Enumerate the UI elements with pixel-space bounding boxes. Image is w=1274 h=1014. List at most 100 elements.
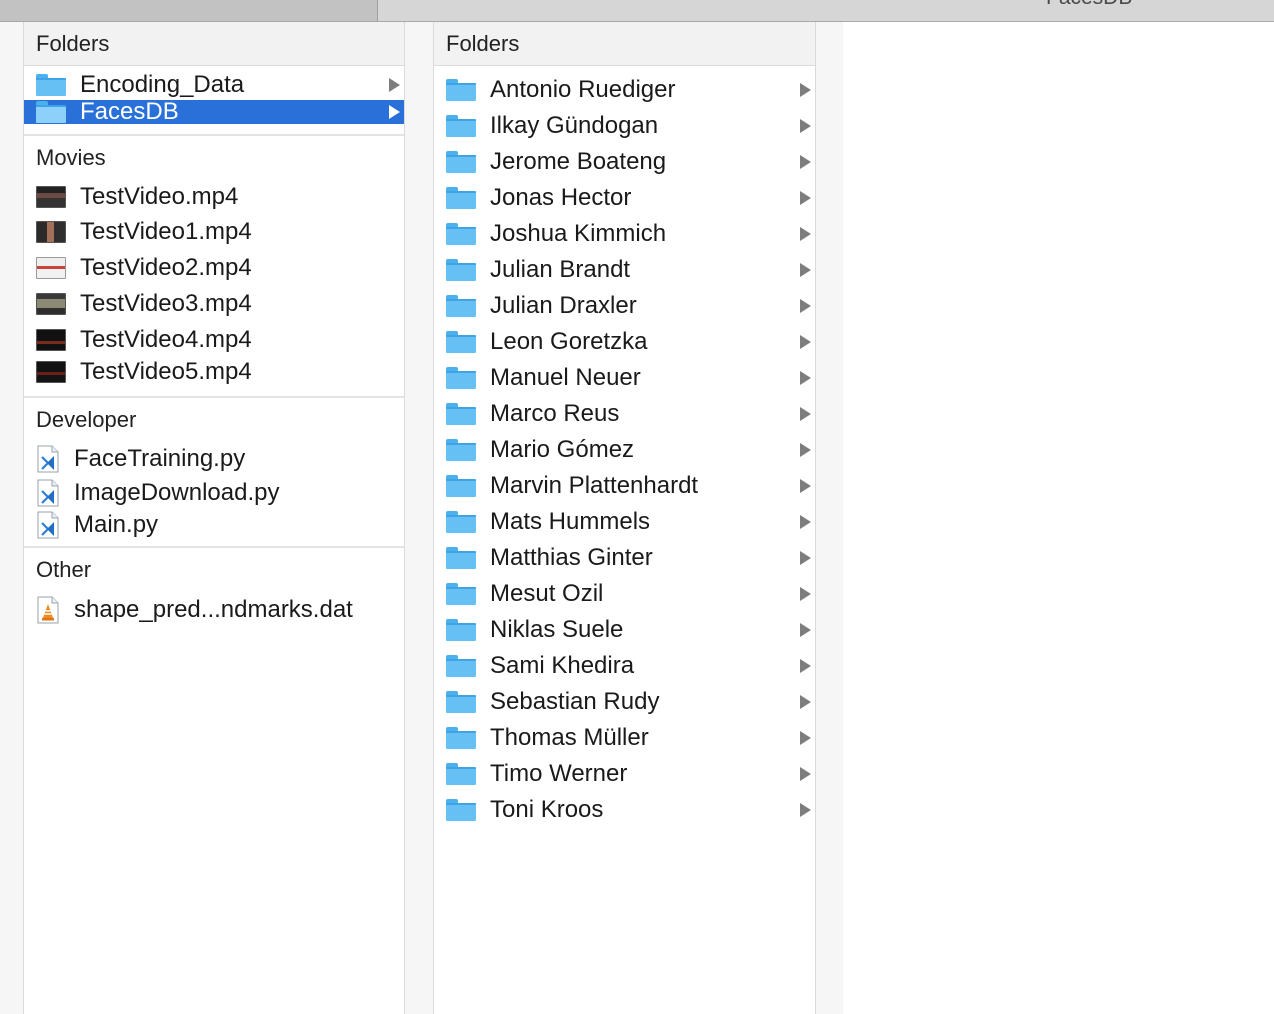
folder-row[interactable]: Manuel Neuer [434, 360, 815, 396]
folder-label: Joshua Kimmich [490, 220, 667, 247]
folder-label: Marvin Plattenhardt [490, 472, 699, 499]
disclosure-arrow-icon [800, 299, 811, 313]
python-file-icon [37, 511, 59, 539]
folder-row[interactable]: Antonio Ruediger [434, 72, 815, 108]
folder-label: Matthias Ginter [490, 544, 653, 571]
folder-row[interactable]: Sami Khedira [434, 648, 815, 684]
file-label: TestVideo.mp4 [80, 183, 239, 210]
folder-label: Sebastian Rudy [490, 688, 660, 715]
folder-icon [446, 619, 476, 641]
folder-row[interactable]: Mats Hummels [434, 504, 815, 540]
section-header-movies: Movies [36, 145, 106, 170]
folder-row[interactable]: Jerome Boateng [434, 144, 815, 180]
video-thumbnail-icon [36, 293, 66, 315]
folder-row[interactable]: Julian Draxler [434, 288, 815, 324]
file-label: shape_pred...ndmarks.dat [74, 596, 353, 623]
disclosure-arrow-icon [800, 479, 811, 493]
folder-row[interactable]: Ilkay Gündogan [434, 108, 815, 144]
file-row-movie[interactable]: TestVideo2.mp4 [24, 250, 404, 286]
folder-icon [446, 547, 476, 569]
video-thumbnail-icon [36, 257, 66, 279]
folder-icon [446, 655, 476, 677]
disclosure-arrow-icon [800, 407, 811, 421]
folder-row-encoding-data[interactable]: Encoding_Data [24, 70, 404, 100]
folder-icon [446, 511, 476, 533]
folder-label: Toni Kroos [490, 796, 604, 823]
video-thumbnail-icon [36, 186, 66, 208]
disclosure-arrow-icon [800, 155, 811, 169]
file-label: TestVideo2.mp4 [80, 254, 252, 281]
folder-icon [446, 691, 476, 713]
disclosure-arrow-icon [800, 119, 811, 133]
folder-icon [446, 439, 476, 461]
section-header-other: Other [36, 557, 92, 582]
folder-label: Ilkay Gündogan [490, 112, 659, 139]
folder-label: Encoding_Data [80, 71, 245, 98]
folder-row[interactable]: Jonas Hector [434, 180, 815, 216]
folder-row[interactable]: Marco Reus [434, 396, 815, 432]
folder-row[interactable]: Toni Kroos [434, 792, 815, 828]
folder-label: Niklas Suele [490, 616, 624, 643]
file-label: TestVideo3.mp4 [80, 290, 252, 317]
folder-icon [446, 331, 476, 353]
disclosure-arrow-icon [800, 191, 811, 205]
file-row-movie[interactable]: TestVideo4.mp4 [24, 322, 404, 358]
browser-column-2[interactable]: Folders Antonio Ruediger Ilkay Gündogan Je… [433, 22, 816, 1014]
disclosure-arrow-icon [800, 587, 811, 601]
folder-icon [446, 223, 476, 245]
file-row-movie[interactable]: TestVideo5.mp4 [24, 358, 404, 386]
folder-label: Timo Werner [490, 760, 628, 787]
browser-column-1[interactable]: Folders Encoding_Data FacesDB Movies Tes… [23, 22, 405, 1014]
folder-row-facesdb[interactable]: FacesDB [24, 98, 404, 125]
disclosure-arrow-icon [389, 105, 400, 119]
disclosure-arrow-icon [389, 78, 400, 92]
video-thumbnail-icon [36, 329, 66, 351]
folder-icon [446, 799, 476, 821]
disclosure-arrow-icon [800, 443, 811, 457]
folder-row[interactable]: Mesut Ozil [434, 576, 815, 612]
folder-icon [446, 763, 476, 785]
tab-left[interactable] [0, 0, 378, 21]
column-gutter[interactable] [815, 22, 843, 1014]
file-label: TestVideo5.mp4 [80, 358, 252, 385]
file-row-python[interactable]: ImageDownload.py [24, 476, 404, 510]
folder-icon [446, 79, 476, 101]
disclosure-arrow-icon [800, 731, 811, 745]
file-label: TestVideo4.mp4 [80, 326, 252, 353]
video-thumbnail-icon [36, 221, 66, 243]
file-row-movie[interactable]: TestVideo.mp4 [24, 180, 404, 214]
folder-label: Julian Draxler [490, 292, 637, 319]
folder-icon [446, 151, 476, 173]
file-label: TestVideo1.mp4 [80, 218, 252, 245]
folder-row[interactable]: Joshua Kimmich [434, 216, 815, 252]
folder-icon [36, 74, 66, 96]
file-row-python[interactable]: FaceTraining.py [24, 442, 404, 476]
disclosure-arrow-icon [800, 371, 811, 385]
folder-label: Antonio Ruediger [490, 76, 676, 103]
column-gutter [0, 22, 23, 1014]
folder-label: Julian Brandt [490, 256, 631, 283]
folder-label: Leon Goretzka [490, 328, 648, 355]
python-file-icon [37, 445, 59, 473]
folder-row[interactable]: Sebastian Rudy [434, 684, 815, 720]
file-row-python[interactable]: Main.py [24, 510, 404, 540]
folder-row[interactable]: Leon Goretzka [434, 324, 815, 360]
tab-right[interactable]: FacesDB [378, 0, 1274, 21]
column-gutter[interactable] [404, 22, 433, 1014]
folder-row[interactable]: Timo Werner [434, 756, 815, 792]
folder-row[interactable]: Niklas Suele [434, 612, 815, 648]
folder-row[interactable]: Thomas Müller [434, 720, 815, 756]
folder-row[interactable]: Julian Brandt [434, 252, 815, 288]
vlc-cone-file-icon [37, 596, 59, 624]
section-header-developer: Developer [36, 407, 137, 432]
folder-icon [446, 367, 476, 389]
disclosure-arrow-icon [800, 623, 811, 637]
file-label: Main.py [74, 511, 159, 538]
folder-row[interactable]: Mario Gómez [434, 432, 815, 468]
file-row-movie[interactable]: TestVideo3.mp4 [24, 286, 404, 322]
file-row-movie[interactable]: TestVideo1.mp4 [24, 214, 404, 250]
folder-row[interactable]: Marvin Plattenhardt [434, 468, 815, 504]
folder-icon [446, 583, 476, 605]
file-row-dat[interactable]: shape_pred...ndmarks.dat [24, 592, 404, 628]
folder-row[interactable]: Matthias Ginter [434, 540, 815, 576]
